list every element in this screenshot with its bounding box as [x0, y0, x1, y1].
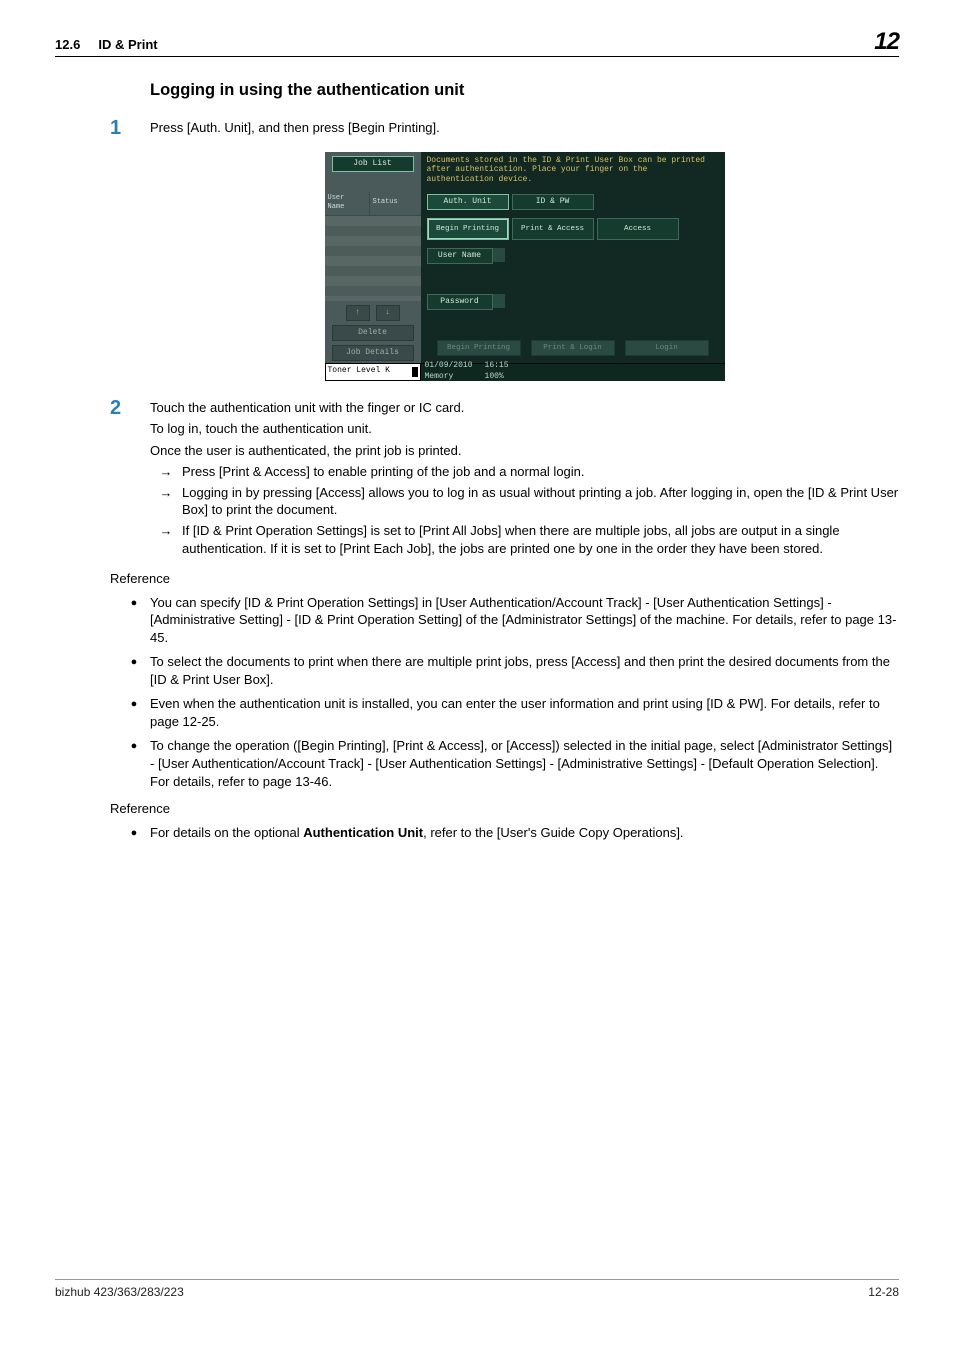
auth-unit-tab[interactable]: Auth. Unit [427, 194, 509, 210]
ref1-b3: Even when the authentication unit is ins… [150, 695, 899, 730]
arrow-icon: → [150, 463, 182, 481]
step-number: 1 [110, 115, 150, 142]
page-header: 12.6 ID & Print 12 [55, 30, 899, 57]
job-details-button[interactable]: Job Details [332, 345, 414, 361]
step-number: 2 [110, 395, 150, 422]
step-2-a3: If [ID & Print Operation Settings] is se… [182, 522, 899, 557]
username-field[interactable] [493, 248, 505, 262]
device-screenshot: Job List Documents stored in the ID & Pr… [150, 152, 899, 380]
bullet-icon: ● [118, 653, 150, 672]
footer-model: bizhub 423/363/283/223 [55, 1284, 184, 1300]
bullet-icon: ● [118, 737, 150, 756]
begin-printing-button[interactable]: Begin Printing [427, 218, 509, 240]
login-button[interactable]: Login [625, 340, 709, 356]
step-2-p1: Touch the authentication unit with the f… [150, 399, 899, 417]
step-2-p2: To log in, touch the authentication unit… [150, 420, 899, 438]
ref2-b1-bold: Authentication Unit [303, 825, 423, 840]
scroll-up-button[interactable]: ↑ [346, 305, 370, 321]
status-time: 16:15 [485, 361, 509, 370]
ref1-b2: To select the documents to print when th… [150, 653, 899, 688]
arrow-icon: → [150, 522, 182, 540]
screen-info-text: Documents stored in the ID & Print User … [427, 156, 719, 184]
job-list-button[interactable]: Job List [332, 156, 414, 172]
username-label: User Name [427, 248, 493, 264]
step-2-a1: Press [Print & Access] to enable printin… [182, 463, 899, 481]
bullet-icon: ● [118, 824, 150, 843]
status-column-header: Status [370, 192, 421, 215]
password-label: Password [427, 294, 493, 310]
arrow-icon: → [150, 484, 182, 502]
reference-heading: Reference [110, 570, 899, 588]
id-pw-tab[interactable]: ID & PW [512, 194, 594, 210]
ref2-b1-post: , refer to the [User's Guide Copy Operat… [423, 825, 683, 840]
reference-heading: Reference [110, 800, 899, 818]
footer-page: 12-28 [868, 1284, 899, 1300]
toner-label: Toner Level [328, 366, 381, 377]
ref2-b1: For details on the optional Authenticati… [150, 824, 899, 842]
delete-button[interactable]: Delete [332, 325, 414, 341]
step-2: 2 Touch the authentication unit with the… [150, 399, 899, 560]
page-footer: bizhub 423/363/283/223 12-28 [55, 1279, 899, 1300]
toner-level-indicator: Toner Level K [325, 363, 421, 381]
access-button[interactable]: Access [597, 218, 679, 240]
chapter-number: 12 [874, 30, 899, 54]
scroll-down-button[interactable]: ↓ [376, 305, 400, 321]
empty-job-list [325, 216, 421, 301]
ref1-b4: To change the operation ([Begin Printing… [150, 737, 899, 790]
toner-level-bar-icon [412, 367, 418, 377]
bullet-icon: ● [118, 695, 150, 714]
begin-printing-footer-button[interactable]: Begin Printing [437, 340, 521, 356]
step-1-text: Press [Auth. Unit], and then press [Begi… [150, 119, 899, 137]
step-2-p3: Once the user is authenticated, the prin… [150, 442, 899, 460]
memory-value: 100% [485, 372, 504, 381]
status-bar: 01/09/2010 Memory 16:15 100% [421, 363, 725, 381]
print-and-access-button[interactable]: Print & Access [512, 218, 594, 240]
section-number: 12.6 [55, 37, 80, 52]
ref2-b1-pre: For details on the optional [150, 825, 303, 840]
section-label: 12.6 ID & Print [55, 36, 158, 54]
bullet-icon: ● [118, 594, 150, 613]
ref1-b1: You can specify [ID & Print Operation Se… [150, 594, 899, 647]
print-and-login-button[interactable]: Print & Login [531, 340, 615, 356]
username-column-header: User Name [325, 192, 370, 215]
step-1: 1 Press [Auth. Unit], and then press [Be… [150, 119, 899, 142]
step-2-a2: Logging in by pressing [Access] allows y… [182, 484, 899, 519]
toner-k: K [385, 366, 390, 377]
password-field[interactable] [493, 294, 505, 308]
memory-label: Memory [425, 372, 454, 381]
section-title: ID & Print [98, 37, 157, 52]
status-date: 01/09/2010 [425, 361, 473, 370]
page-title: Logging in using the authentication unit [150, 79, 899, 101]
